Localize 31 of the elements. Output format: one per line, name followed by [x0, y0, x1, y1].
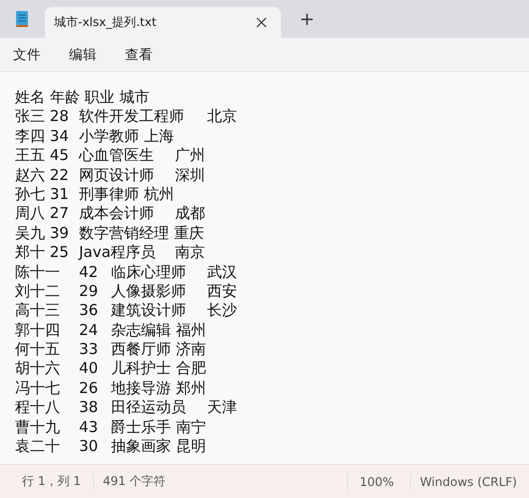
- notepad-icon: [15, 10, 29, 28]
- menu-item[interactable]: 查看: [116, 42, 162, 68]
- close-icon[interactable]: [256, 17, 267, 28]
- text-line: 冯十七 26 地接导游 郑州: [15, 378, 206, 398]
- text-line: 何十五 33 西餐厅师 济南: [15, 340, 206, 360]
- text-line: 郭十四 24 杂志编辑 福州: [15, 320, 206, 340]
- line-ending[interactable]: Windows (CRLF): [410, 474, 529, 488]
- text-line: 姓名 年龄 职业 城市: [15, 88, 150, 108]
- text-line: 孙七 31 刑事律师 杭州: [15, 184, 174, 204]
- text-line: 高十三 36 建筑设计师 长沙: [15, 301, 237, 321]
- text-line: 程十八 38 田径运动员 天津: [15, 398, 237, 418]
- text-line: 王五 45 心血管医生 广州: [15, 146, 205, 166]
- text-line: 陈十一 42 临床心理师 武汉: [15, 262, 237, 282]
- text-line: 张三 28 软件开发工程师 北京: [15, 107, 237, 127]
- cursor-position: 行 1，列 1: [21, 473, 82, 490]
- text-line: 吴九 39 数字营销经理 重庆: [15, 224, 204, 244]
- text-line: 刘十二 29 人像摄影师 西安: [15, 282, 237, 302]
- new-tab-button[interactable]: +: [293, 6, 321, 32]
- menu-item[interactable]: 编辑: [60, 42, 106, 68]
- file-tab[interactable]: 城市-xlsx_提列.txt: [45, 7, 281, 38]
- text-line: 郑十 25 Java程序员 南京: [15, 243, 205, 263]
- text-line: 曹十九 43 爵士乐手 南宁: [15, 418, 206, 438]
- menu-item[interactable]: 文件: [4, 42, 50, 68]
- tab-title: 城市-xlsx_提列.txt: [54, 14, 158, 31]
- character-count: 491 个字符: [102, 473, 167, 490]
- text-line: 赵六 22 网页设计师 深圳: [15, 166, 205, 185]
- text-line: 周八 27 成本会计师 成都: [15, 204, 205, 224]
- text-line: 李四 34 小学教师 上海: [15, 126, 174, 146]
- text-line: 袁二十 30 抽象画家 昆明: [15, 437, 206, 456]
- text-line: 胡十六 40 儿科护士 合肥: [15, 359, 206, 379]
- zoom-level[interactable]: 100%: [348, 474, 410, 488]
